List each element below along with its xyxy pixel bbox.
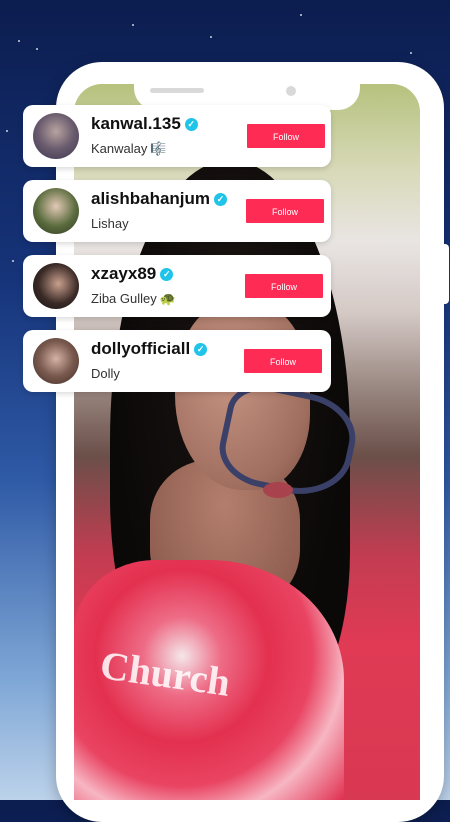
- display-name: Dolly: [91, 366, 120, 381]
- display-name-text: Lishay: [91, 216, 129, 231]
- display-name: Ziba Gulley 🐢: [91, 291, 176, 307]
- avatar[interactable]: [33, 188, 79, 234]
- display-name-text: Dolly: [91, 366, 120, 381]
- verified-icon: ✓: [184, 118, 198, 131]
- follow-button[interactable]: Follow: [247, 124, 325, 148]
- display-name-text: Kanwalay: [91, 141, 148, 156]
- avatar[interactable]: [33, 263, 79, 309]
- verified-icon: ✓: [194, 343, 208, 356]
- star-decoration: [18, 40, 20, 42]
- display-name-text: Ziba Gulley: [91, 291, 157, 306]
- follow-button[interactable]: Follow: [244, 349, 322, 373]
- star-decoration: [300, 14, 302, 16]
- verified-icon: ✓: [160, 268, 174, 281]
- star-decoration: [36, 48, 38, 50]
- username-text: dollyofficiall: [91, 339, 191, 358]
- username[interactable]: xzayx89 ✓: [91, 264, 174, 284]
- phone-speaker: [150, 88, 204, 93]
- username-text: kanwal.135: [91, 114, 181, 133]
- username[interactable]: dollyofficiall ✓: [91, 339, 208, 359]
- verified-icon: ✓: [214, 193, 228, 206]
- avatar[interactable]: [33, 338, 79, 384]
- phone-camera: [286, 86, 296, 96]
- star-decoration: [410, 52, 412, 54]
- turtle-icon: 🐢: [159, 291, 176, 306]
- username[interactable]: kanwal.135 ✓: [91, 114, 198, 134]
- display-name: Kanwalay 🎼: [91, 141, 167, 157]
- star-decoration: [210, 36, 212, 38]
- username-text: xzayx89: [91, 264, 157, 283]
- suggested-account-card[interactable]: alishbahanjum ✓ Lishay Follow: [23, 180, 331, 242]
- photo-lips: [263, 482, 293, 498]
- suggested-account-card[interactable]: kanwal.135 ✓ Kanwalay 🎼 Follow: [23, 105, 331, 167]
- avatar[interactable]: [33, 113, 79, 159]
- username[interactable]: alishbahanjum ✓: [91, 189, 228, 209]
- music-note-icon: 🎼: [150, 141, 167, 156]
- display-name: Lishay: [91, 216, 129, 231]
- follow-button[interactable]: Follow: [246, 199, 324, 223]
- star-decoration: [6, 130, 8, 132]
- star-decoration: [132, 24, 134, 26]
- suggested-account-card[interactable]: dollyofficiall ✓ Dolly Follow: [23, 330, 331, 392]
- username-text: alishbahanjum: [91, 189, 211, 208]
- star-decoration: [12, 260, 14, 262]
- follow-button[interactable]: Follow: [245, 274, 323, 298]
- suggested-account-card[interactable]: xzayx89 ✓ Ziba Gulley 🐢 Follow: [23, 255, 331, 317]
- phone-side-button: [443, 244, 449, 304]
